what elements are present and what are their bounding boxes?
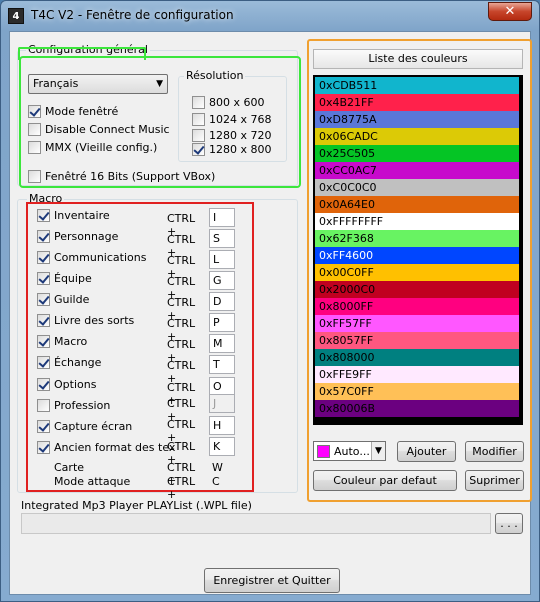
color-item[interactable]: 0x80006B	[315, 400, 519, 417]
checkbox-box	[37, 314, 50, 327]
color-item[interactable]: 0x8000FF	[315, 298, 519, 315]
macro-label: Macro	[54, 335, 88, 348]
save-quit-button[interactable]: Enregistrer et Quitter	[204, 568, 340, 593]
checkbox-box	[37, 356, 50, 369]
macro-key-input[interactable]: S	[209, 229, 235, 248]
checkbox-box	[37, 230, 50, 243]
macro-label: Équipe	[54, 272, 92, 285]
chevron-down-icon: ▼	[371, 442, 385, 460]
macro-guilde-checkbox[interactable]: Guilde	[37, 293, 89, 306]
default-color-button[interactable]: Couleur par defaut	[313, 470, 457, 491]
mode-attaque-key: C	[212, 475, 220, 488]
macro-key-input[interactable]: L	[209, 250, 235, 269]
mp3-path-input[interactable]	[21, 513, 491, 534]
client-area: Configuration général Français ▼ Mode fe…	[9, 31, 532, 595]
green-highlight-outline	[19, 56, 301, 188]
title-bar[interactable]: 4 T4C V2 - Fenêtre de configuration ✕	[1, 1, 539, 31]
macro-key-input[interactable]: T	[209, 355, 235, 374]
macro-label: Ancien format des tex	[54, 441, 176, 454]
color-item[interactable]: 0x8057FF	[315, 332, 519, 349]
color-item[interactable]: 0xCDB511	[315, 77, 519, 94]
auto-color-dropdown[interactable]: Auto... ▼	[313, 441, 386, 461]
macro-equipe-checkbox[interactable]: Équipe	[37, 272, 92, 285]
color-item[interactable]: 0x0A64E0	[315, 196, 519, 213]
color-item[interactable]: 0xC0C0C0	[315, 179, 519, 196]
color-item[interactable]: 0x06CADC	[315, 128, 519, 145]
config-window: 4 T4C V2 - Fenêtre de configuration ✕ Co…	[0, 0, 540, 602]
carte-key: W	[212, 461, 223, 474]
checkbox-box	[37, 335, 50, 348]
macro-profession-checkbox[interactable]: Profession	[37, 399, 110, 412]
macro-inventaire-checkbox[interactable]: Inventaire	[37, 209, 110, 222]
macro-key-input[interactable]: K	[209, 437, 235, 456]
checkbox-box	[37, 293, 50, 306]
macro-key-input[interactable]: H	[209, 416, 235, 435]
checkbox-box	[37, 420, 50, 433]
macro-label: Personnage	[54, 230, 119, 243]
color-item[interactable]: 0x25C505	[315, 145, 519, 162]
checkbox-box	[37, 441, 50, 454]
checkbox-box	[37, 272, 50, 285]
macro-label: Échange	[54, 356, 102, 369]
app-icon: 4	[8, 8, 24, 24]
auto-label: Auto...	[334, 445, 370, 458]
colors-header: Liste des couleurs	[313, 49, 523, 69]
macro-key-input[interactable]: I	[209, 208, 235, 227]
window-title: T4C V2 - Fenêtre de configuration	[31, 8, 234, 22]
color-item[interactable]: 0xFFFFFFFF	[315, 213, 519, 230]
color-item[interactable]: 0x62F368	[315, 230, 519, 247]
macro-livre-sorts-checkbox[interactable]: Livre des sorts	[37, 314, 134, 327]
macro-label: Livre des sorts	[54, 314, 135, 327]
mp3-label: Integrated Mp3 Player PLAYList (.WPL fil…	[21, 499, 252, 512]
macro-ancien-format-checkbox[interactable]: Ancien format des tex	[37, 441, 175, 454]
mode-attaque-label: Mode attaque	[54, 475, 131, 488]
macro-label: Capture écran	[54, 420, 133, 433]
color-item[interactable]: 0x808000	[315, 349, 519, 366]
carte-label: Carte	[54, 461, 85, 474]
macro-key-input[interactable]: P	[209, 313, 235, 332]
checkbox-box	[37, 378, 50, 391]
macro-label: Profession	[54, 399, 111, 412]
close-button[interactable]: ✕	[488, 2, 532, 21]
delete-button[interactable]: Suprimer	[465, 470, 524, 491]
macro-echange-checkbox[interactable]: Échange	[37, 356, 101, 369]
macro-label: Inventaire	[54, 209, 110, 222]
macro-personnage-checkbox[interactable]: Personnage	[37, 230, 118, 243]
auto-swatch	[317, 445, 330, 458]
color-list[interactable]: 0xCDB511 0x4B21FF 0xD8775A 0x06CADC 0x25C505…	[313, 75, 523, 425]
color-item[interactable]: 0x4B21FF	[315, 94, 519, 111]
color-item[interactable]: 0xD8775A	[315, 111, 519, 128]
color-item[interactable]: 0xFFE9FF	[315, 366, 519, 383]
color-item[interactable]: 0x57C0FF	[315, 383, 519, 400]
macro-key-input[interactable]: G	[209, 271, 235, 290]
macro-label: Options	[54, 378, 97, 391]
colors-title: Liste des couleurs	[368, 52, 468, 65]
macro-key-input[interactable]: M	[209, 334, 235, 353]
color-item[interactable]: 0xFF57FF	[315, 315, 519, 332]
macro-key-input[interactable]: D	[209, 292, 235, 311]
browse-button[interactable]: . . .	[495, 513, 523, 534]
macro-communications-checkbox[interactable]: Communications	[37, 251, 146, 264]
color-item[interactable]: 0xFF4600	[315, 247, 519, 264]
color-item[interactable]: 0x00C0FF	[315, 264, 519, 281]
green-highlight-tab	[18, 47, 146, 60]
checkbox-box	[37, 251, 50, 264]
modify-button[interactable]: Modifier	[465, 441, 524, 462]
add-button[interactable]: Ajouter	[397, 441, 456, 462]
macro-macro-checkbox[interactable]: Macro	[37, 335, 87, 348]
color-item[interactable]: 0x2000C0	[315, 281, 519, 298]
checkbox-box	[37, 399, 50, 412]
ctrl-label: CTRL +	[167, 475, 196, 501]
macro-label: Guilde	[54, 293, 90, 306]
macro-capture-checkbox[interactable]: Capture écran	[37, 420, 132, 433]
checkbox-box	[37, 209, 50, 222]
macro-options-checkbox[interactable]: Options	[37, 378, 96, 391]
macro-label: Communications	[54, 251, 147, 264]
color-item[interactable]: 0xCC0AC7	[315, 162, 519, 179]
macro-key-input-disabled: J	[209, 394, 235, 413]
